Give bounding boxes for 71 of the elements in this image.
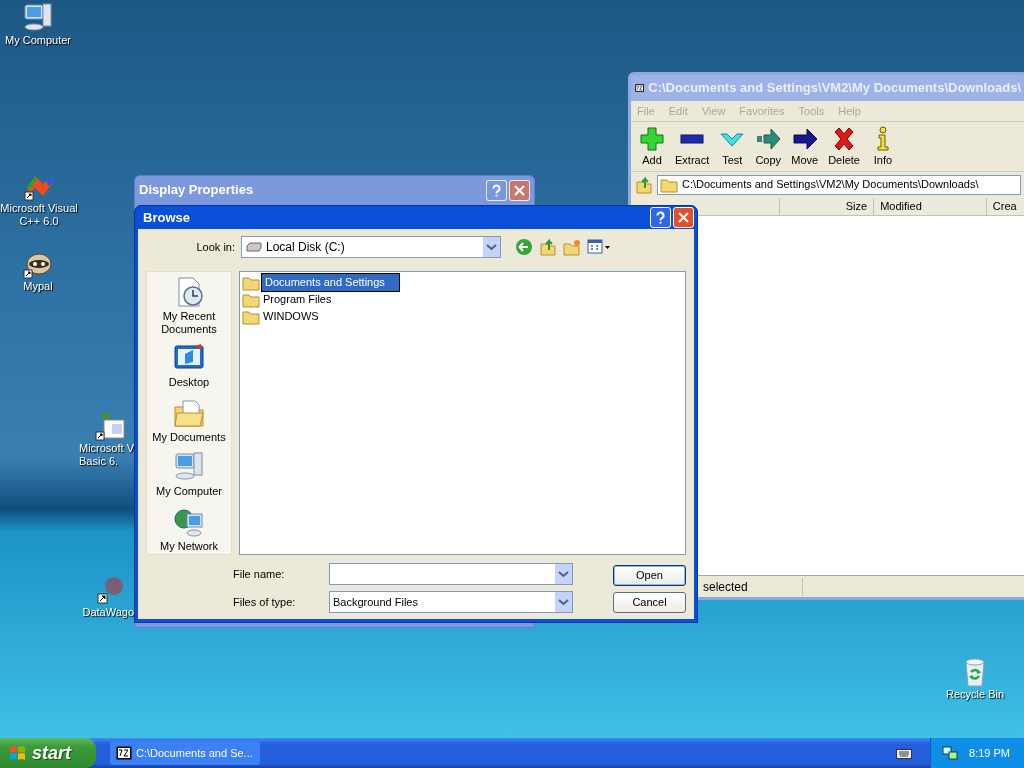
help-icon [654, 211, 667, 224]
windows-flag-icon [8, 744, 28, 762]
back-button[interactable] [515, 238, 533, 256]
view-grid-icon [587, 239, 611, 255]
help-icon [490, 183, 503, 197]
new-folder-icon [563, 238, 581, 256]
desktop-icon-label[interactable]: Microsoft Visual C++ 6.0 [0, 202, 78, 228]
folder-up-icon [635, 175, 653, 194]
folder-item[interactable]: WINDOWS [262, 308, 320, 325]
file-type-dropdown[interactable]: Background Files [329, 590, 573, 613]
folder-item[interactable]: Documents and Settings [262, 274, 399, 291]
drive-icon [246, 242, 262, 252]
field-label: Look in: [195, 239, 236, 255]
places-item[interactable]: My Computer [156, 451, 222, 500]
address-field[interactable]: C:\Documents and Settings\VM2\My Documents\Downloads\ [657, 174, 1021, 195]
folder-icon [242, 274, 260, 291]
window-title: C:\Documents and Settings\VM2\My Documents\Downloads\ [648, 79, 1021, 98]
help-button[interactable] [650, 207, 671, 228]
help-button[interactable] [486, 179, 507, 201]
look-in-dropdown[interactable]: Local Disk (C:) [241, 236, 501, 258]
close-icon [677, 211, 690, 224]
column-header[interactable]: Size [780, 197, 875, 215]
arrow-right-icon [755, 126, 782, 152]
toolbar-button[interactable]: Delete [826, 126, 862, 169]
places-item[interactable]: My Network [159, 505, 219, 554]
dialog-button[interactable]: Cancel [613, 592, 686, 613]
toolbar-button[interactable]: Move [789, 126, 821, 169]
folder-item[interactable]: Program Files [262, 291, 333, 308]
file-name-field[interactable] [329, 563, 573, 586]
places-item[interactable]: My Documents [152, 396, 226, 445]
column-header[interactable]: Modified [874, 197, 987, 215]
toolbar-button[interactable]: Info [867, 126, 898, 169]
column-header[interactable]: Crea [986, 197, 1024, 215]
folder-icon [660, 176, 678, 193]
arrow-right-icon [791, 126, 818, 152]
desktop-icon-label[interactable]: Mypal [23, 280, 53, 293]
archive-logo-icon [635, 81, 645, 95]
toolbar-button[interactable]: Test [717, 126, 748, 169]
folder-icon [242, 308, 260, 325]
plus-icon [639, 126, 665, 152]
close-button[interactable] [673, 207, 694, 228]
toolbar-button[interactable]: Extract [673, 126, 712, 169]
toolbar-button[interactable]: Copy [753, 126, 784, 169]
keyboard-icon [896, 747, 913, 759]
computer-icon [22, 2, 54, 34]
computer-icon [173, 451, 205, 483]
status-text: selected [703, 577, 803, 596]
desktop-icon-label[interactable]: My Computer [5, 34, 71, 47]
up-folder-button[interactable] [539, 238, 557, 256]
window-title: Browse [143, 208, 190, 227]
folder-up-icon [539, 238, 557, 256]
dialog-button[interactable]: Open [613, 565, 686, 586]
close-icon [513, 183, 526, 197]
folder-icon [242, 291, 260, 308]
field-label: Files of type: [233, 594, 297, 610]
taskbar-button[interactable]: C:\Documents and Se... [110, 741, 260, 765]
field-label: File name: [233, 567, 286, 582]
close-button[interactable] [509, 179, 530, 201]
shortcut-app-icon [94, 574, 126, 606]
network-icon [941, 745, 960, 761]
window-title: Display Properties [139, 181, 254, 200]
shortcut-app-icon [94, 410, 126, 442]
start-button[interactable]: start [0, 738, 96, 768]
view-menu-button[interactable] [587, 239, 611, 255]
new-folder-button[interactable] [563, 238, 581, 256]
desktop-icon-label[interactable]: Microsoft V Basic 6. [79, 442, 134, 468]
clock: 8:19 PM [969, 745, 1010, 761]
toolbar-button[interactable]: Add [637, 126, 667, 169]
places-item[interactable]: My Recent Documents [161, 276, 217, 336]
archive-logo-icon [116, 746, 132, 760]
places-item[interactable]: Desktop [168, 342, 210, 391]
